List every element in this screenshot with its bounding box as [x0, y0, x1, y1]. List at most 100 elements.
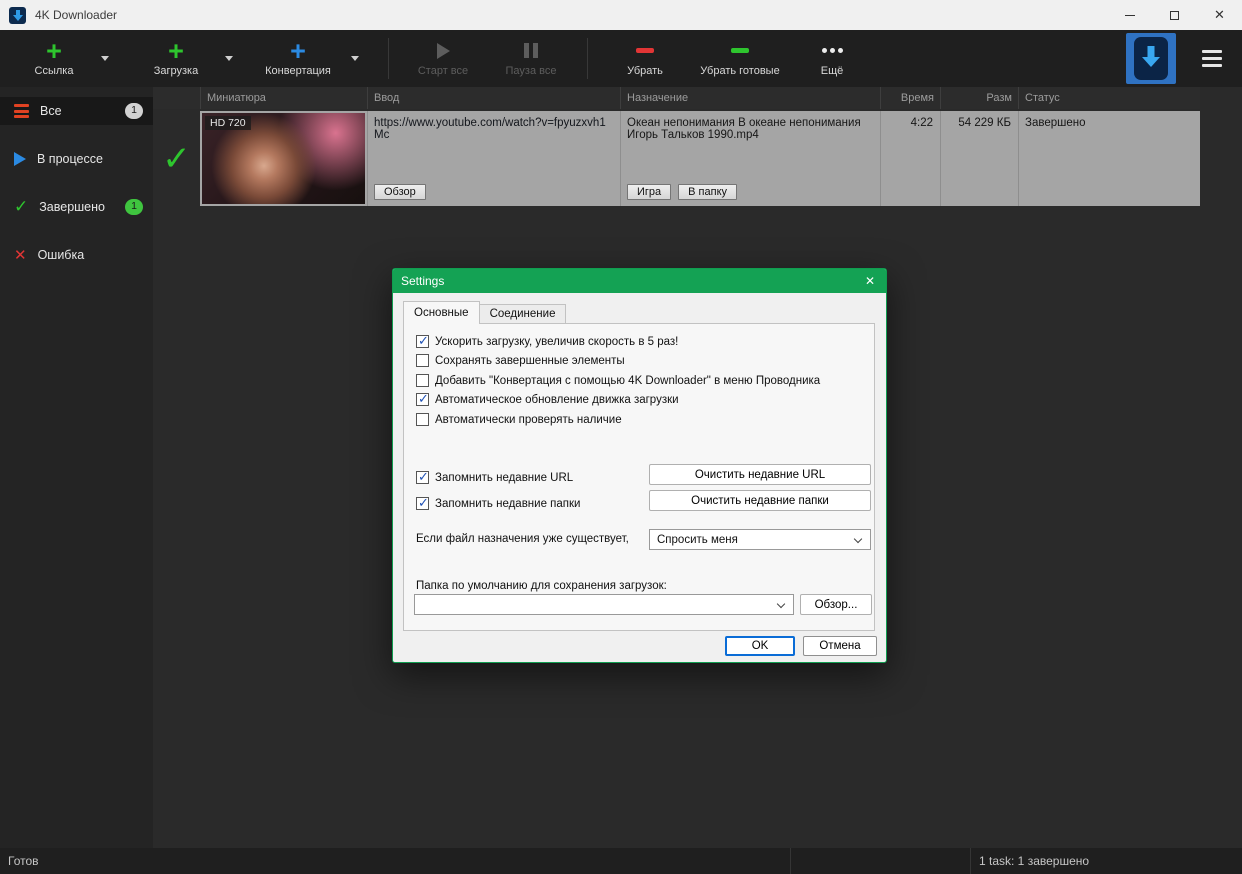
download-arrow-icon — [1134, 37, 1168, 80]
play-icon — [14, 152, 26, 166]
file-exists-label: Если файл назначения уже существует, — [416, 533, 629, 545]
sidebar-item-error[interactable]: Ошибка — [0, 241, 153, 269]
sidebar-item-label: Ошибка — [37, 248, 85, 262]
pause-icon — [524, 41, 538, 61]
option-label: Запомнить недавние папки — [435, 497, 581, 510]
header-size[interactable]: Разм — [940, 87, 1018, 109]
plus-icon: + — [46, 35, 62, 66]
cancel-button[interactable]: Отмена — [803, 636, 877, 656]
browse-folder-button[interactable]: Обзор... — [800, 594, 872, 615]
close-button[interactable] — [1197, 0, 1242, 30]
toolbar: + Ссылка + Загрузка + Конвертация Старт … — [0, 30, 1242, 87]
header-gutter — [153, 87, 200, 109]
more-button[interactable]: Ещё — [804, 30, 860, 87]
video-thumbnail[interactable]: HD 720 — [202, 113, 365, 204]
pause-all-button[interactable]: Пауза все — [491, 30, 571, 87]
option-explorer-menu[interactable]: Добавить "Конвертация с помощью 4K Downl… — [416, 374, 820, 387]
sidebar-item-label: В процессе — [37, 152, 103, 166]
option-engine-update[interactable]: Автоматическое обновление движка загрузк… — [416, 391, 679, 407]
add-conversion-label: Конвертация — [265, 64, 331, 77]
tab-connection[interactable]: Соединение — [479, 304, 567, 324]
header-destination[interactable]: Назначение — [620, 87, 880, 109]
option-keep-finished[interactable]: Сохранять завершенные элементы — [416, 354, 625, 367]
sidebar-item-all[interactable]: Все 1 — [0, 97, 153, 125]
chevron-down-icon — [853, 534, 863, 544]
toolbar-right — [1126, 30, 1242, 87]
downloader-mode-button[interactable] — [1126, 33, 1176, 84]
hamburger-menu-button[interactable] — [1196, 44, 1228, 73]
minus-icon — [636, 48, 654, 53]
checkbox — [416, 354, 429, 367]
option-remember-urls[interactable]: Запомнить недавние URL — [416, 469, 573, 485]
add-conversion-button[interactable]: + Конвертация — [252, 30, 344, 87]
settings-dialog: Settings Основные Соединение Ускорить за… — [392, 268, 887, 663]
default-folder-combobox[interactable] — [414, 594, 794, 615]
checkbox — [416, 333, 429, 349]
play-file-button[interactable]: Игра — [627, 184, 672, 200]
checkbox — [416, 469, 429, 485]
add-link-label: Ссылка — [34, 64, 74, 77]
table-row[interactable]: HD 720 https://www.youtube.com/watch?v=f… — [153, 111, 1200, 206]
header-input[interactable]: Ввод — [367, 87, 620, 109]
option-check-updates[interactable]: Автоматически проверять наличие — [416, 413, 622, 426]
titlebar: 4K Downloader — [0, 0, 1242, 30]
file-exists-select[interactable]: Спросить меня — [649, 529, 871, 550]
duration-value: 4:22 — [910, 117, 933, 129]
sidebar-item-in-progress[interactable]: В процессе — [0, 145, 153, 173]
option-label: Автоматически проверять наличие — [435, 413, 622, 426]
option-remember-folders[interactable]: Запомнить недавние папки — [416, 495, 581, 511]
table-header: Миниатюра Ввод Назначение Время Разм Ста… — [153, 87, 1200, 109]
checkbox — [416, 391, 429, 407]
maximize-button[interactable] — [1152, 0, 1197, 30]
row-status-gutter — [153, 111, 200, 206]
tasks-summary-text: 1 task: 1 завершено — [979, 854, 1090, 868]
remove-finished-button[interactable]: Убрать готовые — [690, 30, 790, 87]
destination-cell: Океан непонимания В океане непонимания И… — [620, 111, 880, 206]
cross-icon — [14, 246, 27, 264]
file-size-value: 54 229 КБ — [958, 117, 1011, 129]
statusbar-segment — [790, 848, 970, 874]
header-time[interactable]: Время — [880, 87, 940, 109]
add-download-dropdown[interactable] — [218, 30, 240, 87]
checkbox — [416, 374, 429, 387]
dialog-tabs: Основные Соединение — [403, 301, 567, 324]
source-url: https://www.youtube.com/watch?v=fpyuzxvh… — [374, 117, 606, 141]
close-icon — [1214, 6, 1225, 24]
dialog-titlebar: Settings — [393, 269, 886, 293]
clear-recent-urls-button[interactable]: Очистить недавние URL — [649, 464, 871, 485]
dialog-title: Settings — [401, 274, 445, 288]
more-label: Ещё — [820, 64, 844, 77]
sidebar-item-completed[interactable]: Завершено 1 — [0, 193, 153, 221]
dialog-close-button[interactable] — [854, 269, 886, 293]
option-label: Ускорить загрузку, увеличив скорость в 5… — [435, 335, 679, 348]
add-download-button[interactable]: + Загрузка — [134, 30, 218, 87]
tab-general[interactable]: Основные — [403, 301, 480, 324]
clear-recent-folders-button[interactable]: Очистить недавние папки — [649, 490, 871, 511]
count-badge: 1 — [125, 199, 143, 215]
ellipsis-icon — [821, 41, 843, 61]
open-folder-button[interactable]: В папку — [678, 184, 738, 200]
window-controls — [1107, 0, 1242, 30]
remove-label: Убрать — [627, 64, 663, 77]
add-conversion-dropdown[interactable] — [344, 30, 366, 87]
minimize-button[interactable] — [1107, 0, 1152, 30]
browse-source-button[interactable]: Обзор — [374, 184, 426, 200]
status-cell: Завершено — [1018, 111, 1200, 206]
statusbar: Готов 1 task: 1 завершено — [0, 848, 1242, 874]
destination-filename: Океан непонимания В океане непонимания И… — [627, 117, 861, 141]
start-all-button[interactable]: Старт все — [405, 30, 481, 87]
list-filter-icon — [14, 104, 29, 118]
remove-finished-label: Убрать готовые — [700, 64, 780, 77]
header-thumbnail[interactable]: Миниатюра — [200, 87, 367, 109]
remove-button[interactable]: Убрать — [610, 30, 680, 87]
add-link-button[interactable]: + Ссылка — [14, 30, 94, 87]
count-badge: 1 — [125, 103, 143, 119]
minus-icon — [731, 48, 749, 53]
ok-button[interactable]: OK — [725, 636, 795, 656]
add-link-dropdown[interactable] — [94, 30, 116, 87]
option-speed-boost[interactable]: Ускорить загрузку, увеличив скорость в 5… — [416, 333, 679, 349]
statusbar-tasks-segment: 1 task: 1 завершено — [970, 848, 1242, 874]
header-status[interactable]: Статус — [1018, 87, 1200, 109]
maximize-icon — [1170, 10, 1179, 20]
sidebar-item-label: Завершено — [39, 200, 105, 214]
